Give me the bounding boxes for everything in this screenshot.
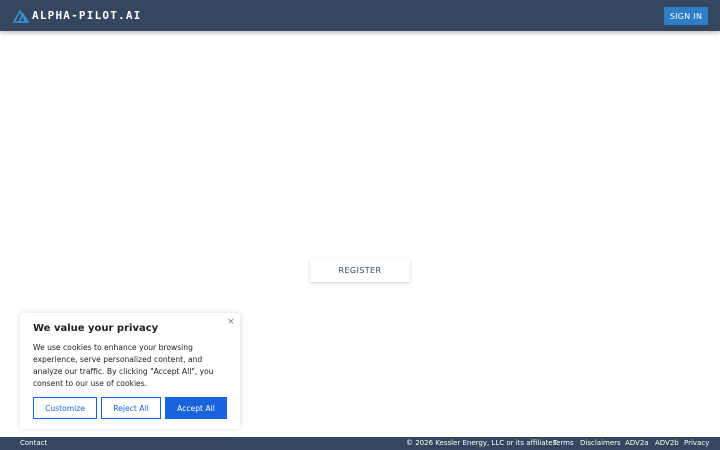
privacy-link[interactable]: Privacy — [684, 439, 709, 447]
customize-button[interactable]: Customize — [33, 397, 97, 419]
cookie-consent-banner: × We value your privacy We use cookies t… — [20, 313, 240, 429]
reject-all-button[interactable]: Reject All — [101, 397, 161, 419]
logo-icon — [13, 8, 29, 23]
logo[interactable]: ALPHA-PILOT.AI — [13, 8, 142, 23]
cookie-description: We use cookies to enhance your browsing … — [33, 343, 214, 388]
footer: Contact © 2026 Kessler Energy, LLC or it… — [0, 437, 720, 450]
copyright-text: © 2026 Kessler Energy, LLC or its affili… — [406, 439, 559, 447]
register-button[interactable]: REGISTER — [310, 258, 410, 282]
adv2b-link[interactable]: ADV2b — [655, 439, 679, 447]
contact-link[interactable]: Contact — [20, 439, 47, 447]
disclaimers-link[interactable]: Disclaimers — [580, 439, 621, 447]
cookie-title: We value your privacy — [33, 323, 159, 334]
terms-link[interactable]: Terms — [553, 439, 574, 447]
sign-in-button[interactable]: SIGN IN — [664, 7, 708, 25]
accept-all-button[interactable]: Accept All — [165, 397, 227, 419]
logo-text: ALPHA-PILOT.AI — [32, 9, 142, 22]
close-icon[interactable]: × — [226, 317, 236, 327]
top-navbar: ALPHA-PILOT.AI SIGN IN — [0, 0, 720, 31]
adv2a-link[interactable]: ADV2a — [625, 439, 649, 447]
